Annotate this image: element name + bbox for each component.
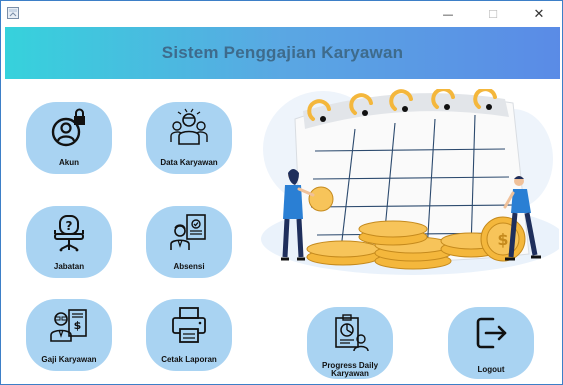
progress-daily-karyawan-button[interactable]: Progress Daily Karyawan (307, 307, 393, 379)
akun-label: Akun (59, 158, 79, 167)
cetak-laporan-button[interactable]: Cetak Laporan (146, 299, 232, 371)
cetak-laporan-label: Cetak Laporan (161, 355, 217, 364)
payroll-icon: $ (50, 309, 87, 342)
close-button[interactable]: ✕ (516, 1, 562, 27)
logout-label: Logout (477, 365, 505, 374)
logout-button[interactable]: Logout (448, 307, 534, 379)
absensi-label: Absensi (173, 262, 205, 271)
jabatan-label: Jabatan (53, 262, 85, 271)
jabatan-button[interactable]: ? Jabatan (26, 206, 112, 278)
app-window: — ☐ ✕ Sistem Penggajian Karyawan Akun Da… (0, 0, 563, 385)
title-bar: — ☐ ✕ (1, 1, 562, 27)
minimize-button[interactable]: — (425, 1, 471, 27)
attendance-icon (170, 214, 206, 250)
logout-icon (476, 317, 507, 349)
data-karyawan-label: Data Karyawan (160, 158, 218, 167)
data-karyawan-button[interactable]: Data Karyawan (146, 102, 232, 174)
svg-text:?: ? (66, 219, 73, 233)
chair-question-icon: ? (54, 215, 84, 252)
svg-text:$: $ (497, 230, 508, 249)
header-banner: Sistem Penggajian Karyawan (5, 27, 560, 79)
gaji-karyawan-label: Gaji Karyawan (41, 355, 97, 364)
calendar-illustration: $ (261, 89, 559, 275)
gaji-karyawan-button[interactable]: $ Gaji Karyawan (26, 299, 112, 371)
absensi-button[interactable]: Absensi (146, 206, 232, 278)
report-chart-icon (335, 314, 369, 352)
printer-icon (172, 307, 206, 343)
java-app-icon (7, 7, 19, 19)
svg-text:$: $ (74, 319, 82, 332)
page-title: Sistem Penggajian Karyawan (161, 43, 404, 62)
maximize-button[interactable]: ☐ (470, 1, 516, 27)
user-lock-icon (51, 108, 85, 147)
team-icon (170, 108, 208, 145)
progress-daily-label-line2: Karyawan (331, 369, 369, 378)
akun-button[interactable]: Akun (26, 102, 112, 174)
